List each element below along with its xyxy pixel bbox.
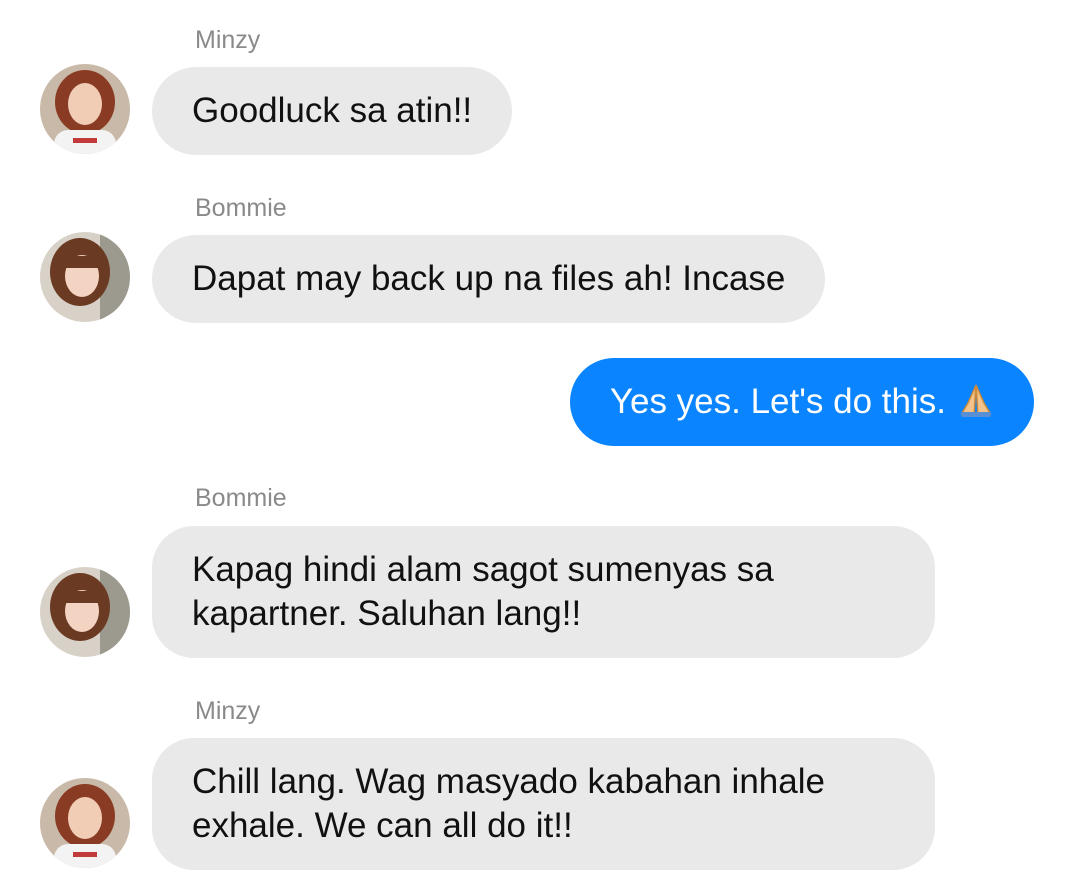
message-text-line: Kapag hindi alam sagot sumenyas sa bbox=[192, 550, 774, 589]
message-bubble[interactable]: Kapag hindi alam sagot sumenyas sa kapar… bbox=[152, 526, 935, 658]
message-bubble[interactable]: Dapat may back up na files ah! Incase bbox=[152, 235, 826, 323]
message-bubble[interactable]: Chill lang. Wag masyado kabahan inhale e… bbox=[152, 738, 935, 870]
folded-hands-emoji-icon bbox=[958, 383, 994, 428]
message-text: Yes yes. Let's do this. bbox=[609, 382, 946, 421]
avatar[interactable] bbox=[40, 567, 130, 657]
message-text: Dapat may back up na files ah! Incase bbox=[192, 259, 786, 298]
avatar[interactable] bbox=[40, 64, 130, 154]
message-text: Goodluck sa atin!! bbox=[192, 91, 473, 130]
sender-name: Bommie bbox=[195, 484, 287, 512]
message-text-line: Chill lang. Wag masyado kabahan inhale bbox=[192, 762, 825, 801]
message-bubble[interactable]: Goodluck sa atin!! bbox=[152, 67, 513, 155]
message-bubble-outgoing[interactable]: Yes yes. Let's do this. bbox=[569, 358, 1034, 446]
message-text-line: exhale. We can all do it!! bbox=[192, 806, 573, 845]
message-thread: Minzy Goodluck sa atin!! Bommie Dapat ma… bbox=[0, 0, 1080, 875]
sender-name: Minzy bbox=[195, 697, 261, 725]
avatar[interactable] bbox=[40, 232, 130, 322]
message-text-line: kapartner. Saluhan lang!! bbox=[192, 594, 582, 633]
avatar[interactable] bbox=[40, 778, 130, 868]
sender-name: Bommie bbox=[195, 194, 287, 222]
sender-name: Minzy bbox=[195, 26, 261, 54]
